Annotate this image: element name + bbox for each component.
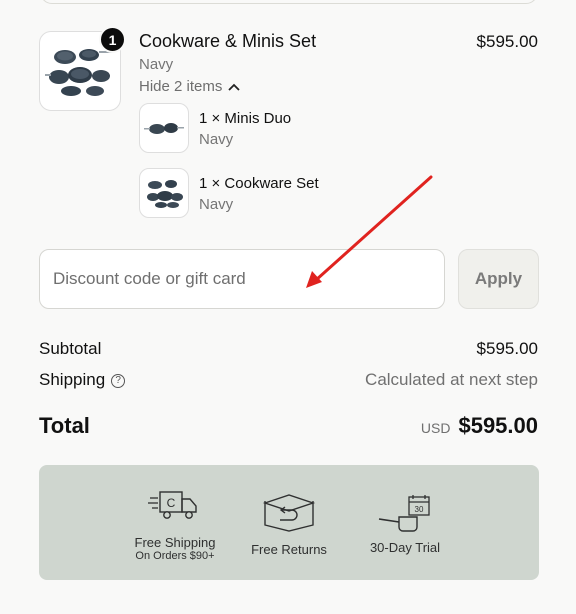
svg-text:30: 30 [415, 505, 424, 514]
benefits-banner: C Free Shipping On Orders $90+ Free Retu… [39, 465, 539, 580]
product-title: Cookware & Minis Set [139, 31, 317, 51]
discount-code-input[interactable] [39, 249, 445, 309]
shipping-value: Calculated at next step [365, 370, 538, 389]
minis-duo-image [139, 103, 189, 153]
currency-code: USD [420, 420, 451, 436]
benefit-free-returns: Free Returns [239, 493, 339, 557]
hide-items-label: Hide 2 items [139, 78, 223, 95]
benefit-label: 30-Day Trial [369, 540, 441, 555]
total-label: Total [39, 413, 90, 438]
benefit-30-day-trial: 30 30-Day Trial [357, 495, 453, 555]
help-icon[interactable]: ? [111, 373, 126, 388]
total-value-group: USD $595.00 [421, 413, 538, 439]
svg-text:C: C [167, 496, 176, 510]
return-box-icon [262, 494, 316, 532]
component-2-variant: Navy [199, 196, 234, 213]
benefit-sublabel: On Orders $90+ [135, 550, 215, 562]
cookware-set-small-icon [147, 180, 183, 208]
product-variant: Navy [139, 56, 174, 73]
benefit-label: Free Returns [251, 542, 327, 557]
apply-button[interactable]: Apply [458, 249, 539, 309]
total-amount: $595.00 [458, 413, 538, 438]
shipping-row: Shipping? [39, 370, 126, 390]
benefit-label: Free Shipping [134, 535, 216, 550]
minis-duo-icon [144, 123, 184, 134]
shipping-label: Shipping [39, 370, 106, 389]
component-1-label: 1 × Minis Duo [199, 110, 292, 127]
cookware-set-image [139, 168, 189, 218]
pan-calendar-icon: 30 [378, 495, 430, 532]
component-2-label: 1 × Cookware Set [199, 175, 319, 192]
previous-card-edge [40, 0, 538, 4]
subtotal-label: Subtotal [39, 339, 102, 358]
component-1-variant: Navy [199, 131, 234, 148]
product-price: $595.00 [476, 32, 538, 51]
chevron-up-icon [228, 83, 241, 91]
benefit-free-shipping: C Free Shipping On Orders $90+ [127, 489, 223, 562]
delivery-truck-icon: C [148, 491, 197, 519]
subtotal-value: $595.00 [476, 339, 538, 358]
hide-items-toggle[interactable]: Hide 2 items [139, 78, 241, 95]
quantity-badge: 1 [99, 26, 126, 53]
